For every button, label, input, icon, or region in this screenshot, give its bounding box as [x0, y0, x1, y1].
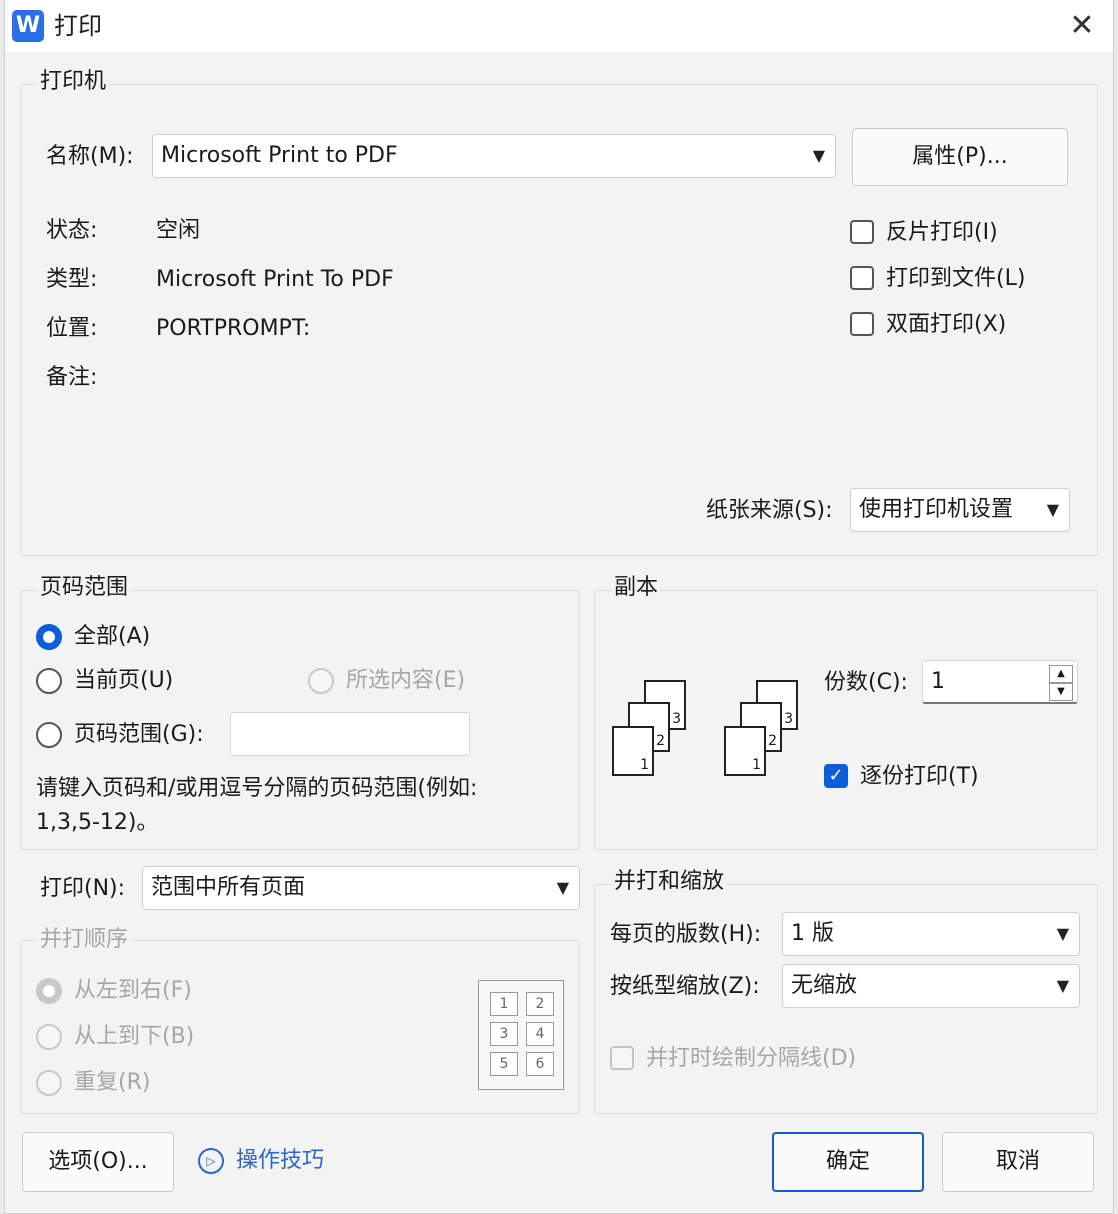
print-what-select[interactable]: 范围中所有页面 ▼: [142, 866, 580, 910]
all-pages-label: 全部(A): [74, 624, 151, 649]
print-what-value: 范围中所有页面: [151, 875, 306, 900]
left-to-right-label: 从左到右(F): [74, 978, 192, 1003]
comment-label: 备注:: [46, 365, 98, 390]
draw-borders-checkbox[interactable]: [610, 1046, 634, 1070]
order-cell: 1: [490, 992, 518, 1016]
chevron-down-icon: ▼: [1056, 976, 1069, 995]
play-circle-icon[interactable]: ▷: [198, 1148, 224, 1174]
page-range-legend: 页码范围: [38, 574, 131, 602]
page-range-input[interactable]: [230, 712, 470, 756]
printer-name-select[interactable]: Microsoft Print to PDF ▼: [152, 134, 836, 178]
tips-link[interactable]: 操作技巧: [236, 1146, 324, 1176]
type-label: 类型:: [46, 267, 98, 292]
copies-input[interactable]: 1 ▲ ▼: [922, 660, 1078, 704]
location-label: 位置:: [46, 316, 98, 341]
page-range-hint: 请键入页码和/或用逗号分隔的页码范围(例如: 1,3,5-12)。: [36, 776, 478, 835]
ok-button[interactable]: 确定: [772, 1132, 924, 1192]
top-to-bottom-radio[interactable]: [36, 1024, 62, 1050]
current-page-label: 当前页(U): [74, 668, 174, 693]
copies-label: 份数(C):: [824, 670, 908, 695]
close-icon[interactable]: ✕: [1066, 8, 1098, 44]
status-label: 状态:: [46, 218, 98, 243]
chevron-down-icon: ▼: [556, 878, 569, 897]
printer-name-label: 名称(M):: [46, 144, 134, 169]
order-cell: 2: [526, 992, 554, 1016]
properties-button[interactable]: 属性(P)...: [852, 128, 1068, 186]
draw-borders-label: 并打时绘制分隔线(D): [646, 1046, 857, 1071]
page-range-radio[interactable]: [36, 722, 62, 748]
dialog-title: 打印: [54, 12, 102, 40]
collate-label: 逐份打印(T): [860, 764, 979, 789]
order-cell: 4: [526, 1022, 554, 1046]
printer-name-value: Microsoft Print to PDF: [161, 143, 398, 168]
paper-source-label: 纸张来源(S):: [706, 498, 833, 523]
wps-writer-icon: W: [12, 10, 44, 42]
copies-value: 1: [931, 669, 945, 694]
print-to-file-checkbox[interactable]: [850, 266, 874, 290]
status-value: 空闲: [156, 218, 201, 243]
paper-source-value: 使用打印机设置: [859, 497, 1014, 522]
spin-down-icon[interactable]: ▼: [1049, 683, 1073, 701]
duplex-label: 双面打印(X): [886, 312, 1007, 337]
selection-label: 所选内容(E): [346, 668, 466, 693]
scale-select[interactable]: 无缩放 ▼: [782, 964, 1080, 1008]
paper-source-select[interactable]: 使用打印机设置 ▼: [850, 488, 1070, 532]
page-range-label: 页码范围(G):: [74, 722, 204, 747]
repeat-radio[interactable]: [36, 1070, 62, 1096]
pages-per-sheet-label: 每页的版数(H):: [610, 922, 762, 947]
duplex-checkbox[interactable]: [850, 312, 874, 336]
chevron-down-icon: ▼: [812, 146, 825, 165]
chevron-down-icon: ▼: [1046, 500, 1059, 519]
location-value: PORTPROMPT:: [156, 316, 311, 341]
spin-up-icon[interactable]: ▲: [1049, 665, 1073, 683]
zoom-legend: 并打和缩放: [612, 868, 727, 896]
options-button[interactable]: 选项(O)...: [22, 1132, 174, 1192]
printer-legend: 打印机: [38, 68, 109, 96]
print-what-label: 打印(N):: [40, 876, 126, 901]
repeat-label: 重复(R): [74, 1070, 151, 1095]
scale-value: 无缩放: [791, 973, 858, 998]
top-to-bottom-label: 从上到下(B): [74, 1024, 195, 1049]
order-cell: 5: [490, 1052, 518, 1076]
cancel-button[interactable]: 取消: [942, 1132, 1094, 1192]
pages-per-sheet-value: 1 版: [791, 921, 834, 946]
selection-radio[interactable]: [308, 668, 334, 694]
scale-label: 按纸型缩放(Z):: [610, 974, 760, 999]
order-cell: 6: [526, 1052, 554, 1076]
pages-per-sheet-select[interactable]: 1 版 ▼: [782, 912, 1080, 956]
order-cell: 3: [490, 1022, 518, 1046]
print-to-file-label: 打印到文件(L): [886, 266, 1026, 291]
collate-checkbox[interactable]: ✓: [824, 764, 848, 788]
all-pages-radio[interactable]: [36, 624, 62, 650]
chevron-down-icon: ▼: [1056, 924, 1069, 943]
collate-page-icon: 1: [724, 726, 766, 776]
print-order-legend: 并打顺序: [38, 926, 131, 954]
mirror-print-checkbox[interactable]: [850, 220, 874, 244]
mirror-print-label: 反片打印(I): [886, 220, 998, 245]
collate-page-icon: 1: [612, 726, 654, 776]
current-page-radio[interactable]: [36, 668, 62, 694]
title-bar: [5, 0, 1113, 52]
left-to-right-radio[interactable]: [36, 978, 62, 1004]
copies-legend: 副本: [612, 574, 661, 602]
type-value: Microsoft Print To PDF: [156, 267, 394, 292]
